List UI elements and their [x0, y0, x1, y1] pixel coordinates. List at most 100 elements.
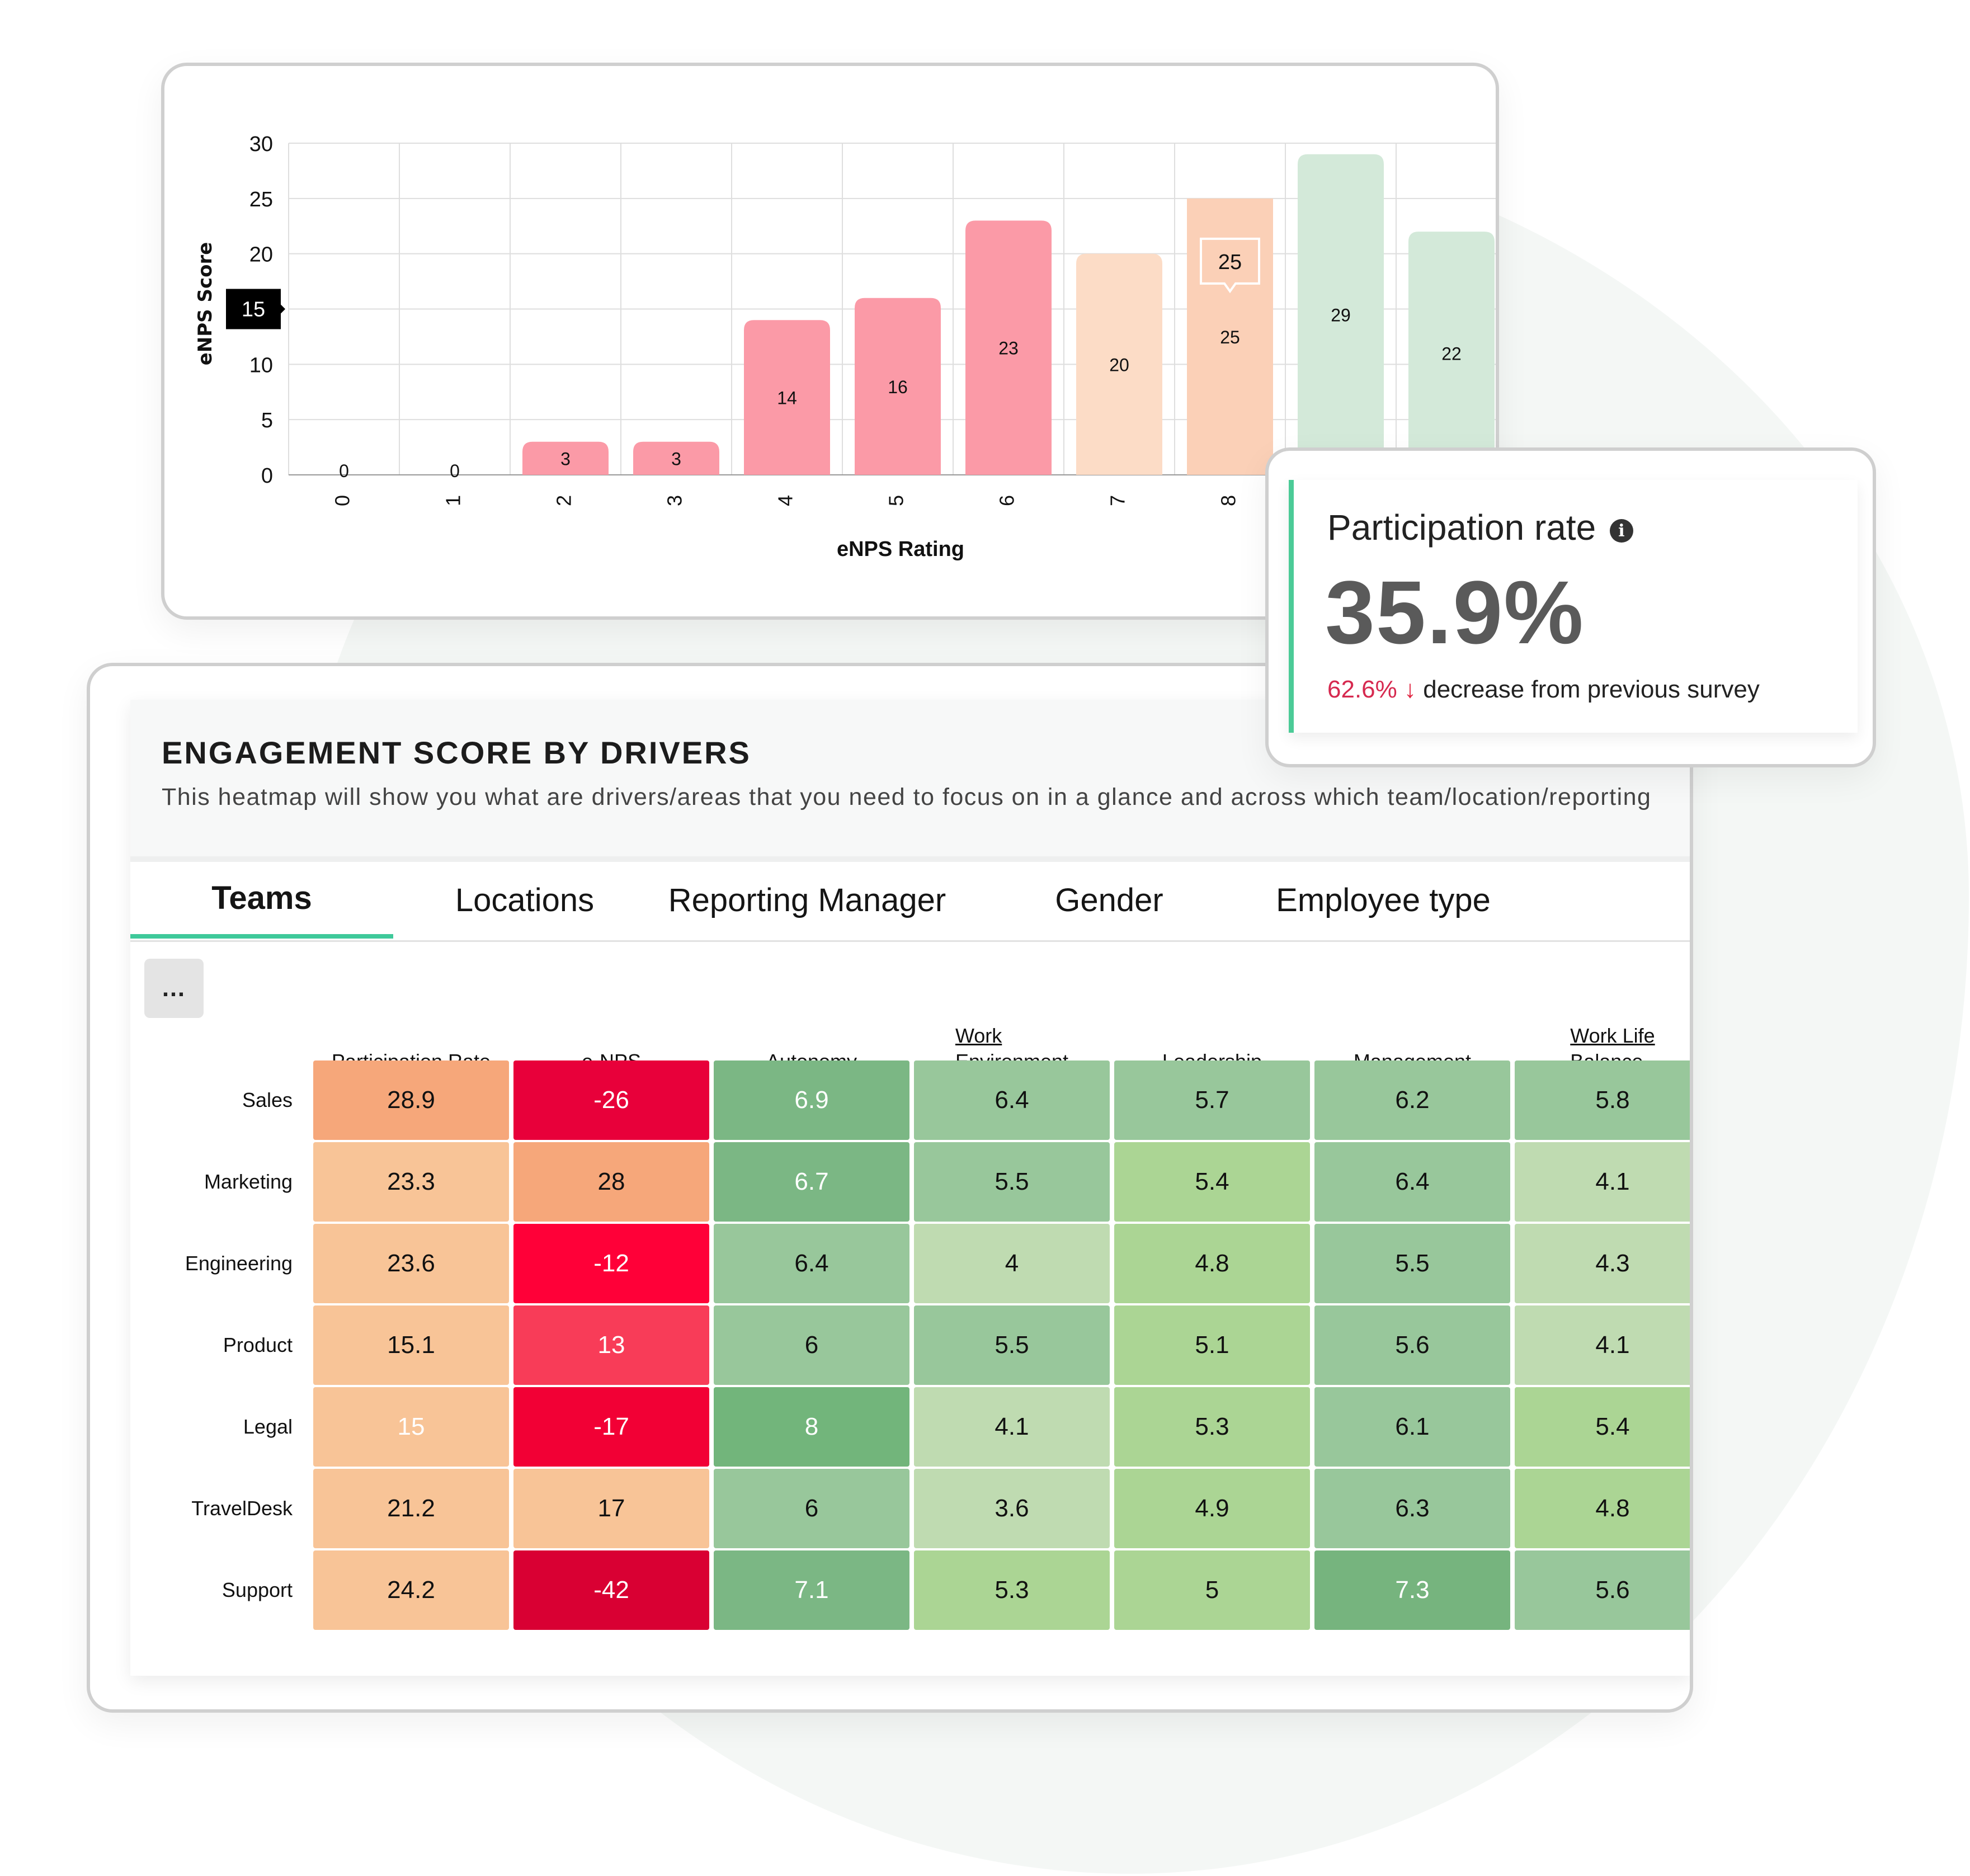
- heatmap-cell: 4.8: [1114, 1224, 1310, 1303]
- heatmap-cell: 3.6: [914, 1469, 1110, 1548]
- heatmap-cell: 5.4: [1515, 1387, 1690, 1467]
- heatmap-cell: -12: [513, 1224, 709, 1303]
- participation-panel: Participation rate i 35.9% 62.6% ↓ decre…: [1289, 480, 1858, 733]
- engagement-heatmap-card: ENGAGEMENT SCORE BY DRIVERS This heatmap…: [87, 663, 1693, 1713]
- column-header-text[interactable]: Work: [955, 1024, 1002, 1047]
- y-tick-label: 30: [249, 133, 273, 156]
- x-tick-label: 1: [442, 495, 465, 506]
- y-cursor-value: 15: [242, 298, 265, 322]
- row-label: Product: [223, 1333, 293, 1356]
- heatmap-cell: 4.8: [1515, 1469, 1690, 1548]
- participation-delta: 62.6% ↓ decrease from previous survey: [1327, 676, 1760, 704]
- delta-description: decrease from previous survey: [1423, 676, 1760, 703]
- row-label: Marketing: [204, 1170, 293, 1193]
- heatmap-cell: -26: [513, 1060, 709, 1140]
- heatmap-cell: 6: [714, 1469, 909, 1548]
- bar-value-label: 29: [1331, 305, 1351, 325]
- heatmap-cell: 6.2: [1314, 1060, 1510, 1140]
- heatmap-cell: 6.3: [1314, 1469, 1510, 1548]
- heatmap-cell: 5.3: [1114, 1387, 1310, 1467]
- bar-value-label: 3: [560, 449, 571, 469]
- row-label: Engineering: [185, 1252, 293, 1275]
- row-label: Support: [221, 1578, 293, 1601]
- row-label: TravelDesk: [191, 1497, 293, 1520]
- bar-value-label: 23: [998, 338, 1019, 359]
- bar-value-label: 25: [1220, 327, 1240, 347]
- row-label: Sales: [242, 1088, 293, 1111]
- bar-value-label: 16: [888, 377, 908, 397]
- x-axis-title: eNPS Rating: [837, 538, 964, 561]
- heatmap-cell: 28: [513, 1142, 709, 1222]
- heatmap-panel: ENGAGEMENT SCORE BY DRIVERS This heatmap…: [130, 700, 1690, 1676]
- arrow-down-icon: ↓: [1404, 676, 1416, 703]
- x-tick-label: 4: [774, 495, 797, 506]
- heatmap-cell: -42: [513, 1550, 709, 1630]
- y-tick-label: 0: [261, 464, 273, 488]
- heatmap-cell: 5.4: [1114, 1142, 1310, 1222]
- heatmap-cell: 5.1: [1114, 1305, 1310, 1385]
- info-icon[interactable]: i: [1610, 519, 1633, 543]
- heatmap-cell: 6: [714, 1305, 909, 1385]
- bar-value-label: 3: [671, 449, 681, 469]
- heatmap-subtitle: This heatmap will show you what are driv…: [162, 784, 1652, 810]
- dimension-tabs: Teams Locations Reporting Manager Gender Emp…: [130, 862, 1690, 942]
- heatmap-cell: 5.5: [914, 1305, 1110, 1385]
- tab-employee-type[interactable]: Employee type: [1227, 862, 1540, 939]
- x-tick-label: 2: [553, 495, 576, 506]
- x-tick-label: 6: [996, 495, 1019, 506]
- tab-locations[interactable]: Locations: [393, 862, 656, 939]
- heatmap-cell: 23.3: [313, 1142, 509, 1222]
- heatmap-cell: 5.6: [1314, 1305, 1510, 1385]
- column-header-text[interactable]: Work Life: [1570, 1024, 1655, 1047]
- heatmap-cell: 24.2: [313, 1550, 509, 1630]
- heatmap-cell: 4.9: [1114, 1469, 1310, 1548]
- more-options-button[interactable]: …: [144, 959, 204, 1018]
- delta-percentage: 62.6%: [1327, 676, 1397, 703]
- heatmap-cell: 4.1: [1515, 1305, 1690, 1385]
- participation-rate-card: Participation rate i 35.9% 62.6% ↓ decre…: [1265, 447, 1876, 767]
- bar-value-label: 0: [450, 461, 460, 481]
- heatmap-cell: 8: [714, 1387, 909, 1467]
- tab-gender[interactable]: Gender: [1014, 862, 1204, 939]
- x-tick-label: 8: [1217, 495, 1240, 506]
- heatmap-cell: 17: [513, 1469, 709, 1548]
- x-tick-label: 5: [885, 495, 908, 506]
- tab-reporting-manager[interactable]: Reporting Manager: [651, 862, 964, 939]
- heatmap-cell: 13: [513, 1305, 709, 1385]
- heatmap-cell: -17: [513, 1387, 709, 1467]
- heatmap-cell: 6.4: [914, 1060, 1110, 1140]
- heatmap-cell: 5.6: [1515, 1550, 1690, 1630]
- heatmap-cell: 4.1: [1515, 1142, 1690, 1222]
- heatmap-cell: 15.1: [313, 1305, 509, 1385]
- heatmap-cell: 15: [313, 1387, 509, 1467]
- tab-teams[interactable]: Teams: [130, 862, 393, 939]
- heatmap-cell: 6.1: [1314, 1387, 1510, 1467]
- heatmap-cell: 4.1: [914, 1387, 1110, 1467]
- x-tick-label: 3: [663, 495, 686, 506]
- x-tick-label: 0: [331, 495, 354, 506]
- heatmap-cell: 5.7: [1114, 1060, 1310, 1140]
- y-tick-label: 25: [249, 188, 273, 211]
- y-axis-title: eNPS Score: [194, 242, 216, 366]
- heatmap-cell: 6.4: [1314, 1142, 1510, 1222]
- heatmap-cell: 23.6: [313, 1224, 509, 1303]
- heatmap-cell: 5.5: [914, 1142, 1110, 1222]
- heatmap-cell: 6.7: [714, 1142, 909, 1222]
- heatmap-cell: 5.5: [1314, 1224, 1510, 1303]
- heatmap-cell: 7.1: [714, 1550, 909, 1630]
- bar-value-label: 0: [339, 461, 349, 481]
- heatmap-cell: 6.4: [714, 1224, 909, 1303]
- heatmap-cell: 6.9: [714, 1060, 909, 1140]
- heatmap-cell: 4: [914, 1224, 1110, 1303]
- heatmap-cell: 28.9: [313, 1060, 509, 1140]
- heatmap-cell: 5.3: [914, 1550, 1110, 1630]
- heatmap-cell: 5.8: [1515, 1060, 1690, 1140]
- row-label: Legal: [243, 1415, 293, 1438]
- heatmap-title: ENGAGEMENT SCORE BY DRIVERS: [162, 735, 751, 770]
- y-tick-label: 20: [249, 243, 273, 267]
- tooltip-value: 25: [1218, 251, 1242, 274]
- bar-value-label: 22: [1441, 344, 1462, 364]
- x-tick-label: 7: [1106, 495, 1129, 506]
- y-tick-label: 5: [261, 409, 273, 432]
- participation-title: Participation rate: [1327, 507, 1596, 548]
